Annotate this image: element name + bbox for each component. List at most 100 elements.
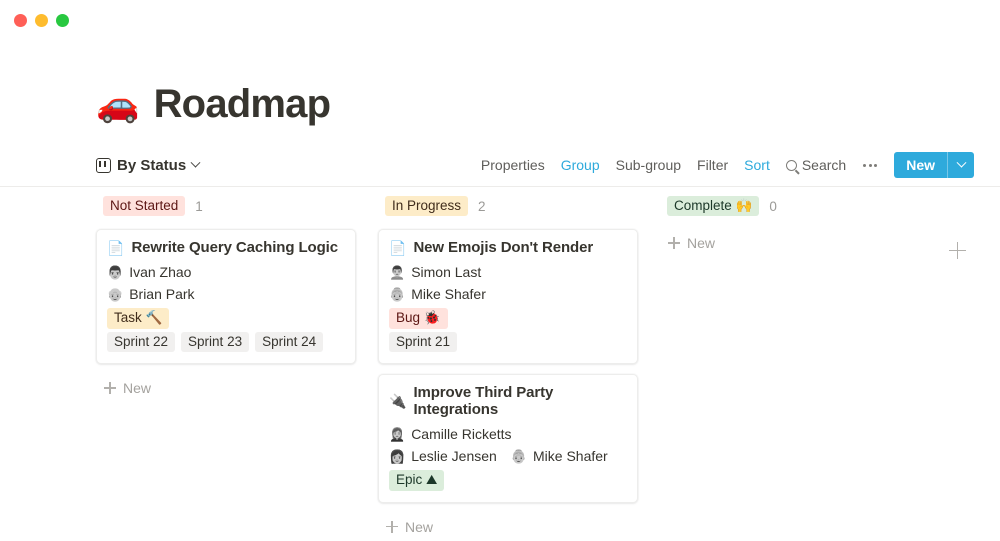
card-people-row: 👨 Ivan Zhao (107, 264, 345, 280)
avatar: 👩‍🦰 (389, 426, 406, 442)
view-toolbar: By Status Properties Group Sub-group Fil… (96, 149, 974, 181)
column-header[interactable]: In Progress 2 (378, 194, 638, 218)
person-chip[interactable]: 👨‍🦱 Simon Last (389, 264, 481, 280)
card-title-row: 📄 Rewrite Query Caching Logic (107, 239, 345, 256)
card-title: Rewrite Query Caching Logic (131, 239, 338, 256)
close-window-button[interactable] (14, 14, 27, 27)
avatar: 👴 (107, 286, 124, 302)
board-view-icon (96, 157, 111, 173)
person-name: Simon Last (411, 264, 482, 280)
person-chip[interactable]: 👨 Ivan Zhao (107, 264, 191, 280)
view-selector[interactable]: By Status (96, 156, 201, 174)
ellipsis-icon-dot (868, 163, 872, 167)
board-card[interactable]: 🔌 Improve Third Party Integrations 👩‍🦰 C… (378, 374, 638, 503)
new-button[interactable]: New (894, 152, 947, 178)
chevron-down-icon (956, 157, 966, 168)
card-people-row: 👴 Brian Park (107, 286, 345, 302)
card-people-row: 👨‍🦱 Simon Last (389, 264, 627, 280)
add-card-label: New (123, 380, 152, 397)
card-people-row: 👵 Mike Shafer (389, 286, 627, 302)
person-name: Ivan Zhao (129, 264, 192, 280)
type-badge: Epic ⛰ (389, 470, 445, 491)
sprint-badge: Sprint 23 (181, 331, 250, 353)
person-chip[interactable]: 👩‍🦰 Camille Ricketts (389, 426, 512, 442)
board-column-not-started: Not Started 1 📄 Rewrite Query Caching Lo… (96, 194, 356, 402)
plus-icon (668, 237, 680, 249)
card-people-row: 👩 Leslie Jensen 👵 Mike Shafer (389, 448, 627, 464)
board-column-complete: Complete 🙌 0 New (660, 194, 920, 257)
sprint-badge: Sprint 22 (107, 331, 176, 353)
search-label: Search (801, 157, 847, 173)
window-titlebar (0, 0, 1000, 42)
person-chip[interactable]: 👵 Mike Shafer (389, 286, 486, 302)
card-tag-row: Task 🔨 (107, 308, 345, 329)
person-chip[interactable]: 👴 Brian Park (107, 286, 195, 302)
chevron-down-icon (190, 157, 201, 168)
plus-icon (386, 520, 398, 533)
column-count: 0 (769, 198, 777, 214)
plug-icon: 🔌 (389, 393, 407, 410)
view-name-label: By Status (117, 156, 187, 174)
person-name: Brian Park (129, 286, 195, 302)
more-options-button[interactable] (854, 161, 886, 170)
search-button[interactable]: Search (778, 154, 854, 176)
new-button-group[interactable]: New (894, 152, 974, 178)
ellipsis-icon-dot (863, 163, 867, 167)
avatar: 👵 (389, 286, 406, 302)
toolbar-sort-button[interactable]: Sort (736, 154, 778, 176)
status-badge: Complete 🙌 (667, 195, 760, 217)
card-people-row: 👩‍🦰 Camille Ricketts (389, 426, 627, 442)
page-title-row: 🚗 Roadmap (96, 82, 331, 126)
toolbar-filter-button[interactable]: Filter (689, 154, 736, 176)
board-column-in-progress: In Progress 2 📄 New Emojis Don't Render … (378, 194, 638, 541)
page-content: 🚗 Roadmap By Status Properties Group Sub… (0, 42, 1000, 535)
person-name: Mike Shafer (533, 448, 608, 465)
avatar: 👨 (107, 264, 124, 280)
car-icon: 🚗 (96, 84, 140, 124)
column-count: 1 (195, 198, 203, 214)
new-button-dropdown[interactable] (947, 152, 974, 178)
toolbar-group-button[interactable]: Group (553, 154, 608, 176)
add-card-button[interactable]: New (96, 374, 356, 402)
status-badge: In Progress (385, 195, 469, 217)
column-header[interactable]: Not Started 1 (96, 194, 356, 218)
card-title: Improve Third Party Integrations (413, 384, 554, 419)
column-count: 2 (478, 198, 486, 214)
person-name: Mike Shafer (411, 286, 486, 302)
toolbar-divider (0, 186, 1000, 187)
person-chip[interactable]: 👩 Leslie Jensen (389, 448, 497, 464)
person-chip[interactable]: 👵 Mike Shafer (511, 448, 608, 464)
card-title-row: 🔌 Improve Third Party Integrations (389, 384, 627, 418)
add-group-button[interactable] (949, 242, 967, 260)
avatar: 👨‍🦱 (389, 264, 406, 280)
toolbar-properties-button[interactable]: Properties (473, 154, 553, 176)
page-icon: 📄 (389, 239, 407, 256)
column-header[interactable]: Complete 🙌 0 (660, 194, 920, 218)
type-badge: Task 🔨 (107, 308, 170, 329)
card-title-row: 📄 New Emojis Don't Render (389, 239, 627, 256)
search-icon (785, 159, 797, 171)
card-tag-row: Bug 🐞 (389, 308, 627, 329)
maximize-window-button[interactable] (56, 14, 69, 27)
card-title: New Emojis Don't Render (413, 239, 594, 256)
toolbar-subgroup-button[interactable]: Sub-group (608, 154, 689, 176)
add-card-button[interactable]: New (660, 229, 920, 257)
status-badge: Not Started (103, 195, 186, 217)
traffic-lights (14, 14, 69, 27)
board-card[interactable]: 📄 New Emojis Don't Render 👨‍🦱 Simon Last… (378, 229, 638, 365)
board-card[interactable]: 📄 Rewrite Query Caching Logic 👨 Ivan Zha… (96, 229, 356, 365)
minimize-window-button[interactable] (35, 14, 48, 27)
view-toolbar-actions: Properties Group Sub-group Filter Sort S… (473, 152, 974, 178)
avatar: 👵 (510, 448, 527, 464)
add-card-label: New (687, 235, 716, 251)
page-title: Roadmap (153, 82, 331, 126)
add-card-button[interactable]: New (378, 513, 638, 541)
plus-icon (104, 382, 116, 395)
card-sprint-row: Sprint 22 Sprint 23 Sprint 24 (107, 331, 345, 353)
card-tag-row: Epic ⛰ (389, 470, 627, 491)
avatar: 👩 (389, 448, 406, 464)
person-name: Camille Ricketts (411, 426, 512, 443)
board-columns: Not Started 1 📄 Rewrite Query Caching Lo… (96, 194, 1000, 541)
type-badge: Bug 🐞 (389, 308, 448, 329)
ellipsis-icon-dot (874, 163, 878, 167)
